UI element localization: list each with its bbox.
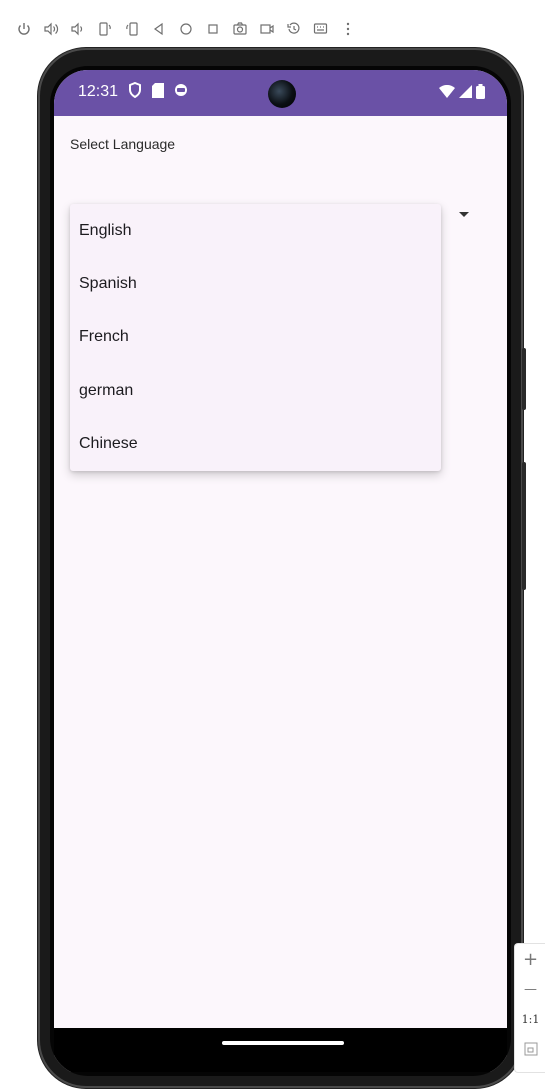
menu-item-german[interactable]: german bbox=[70, 364, 441, 417]
dropdown-arrow-icon[interactable] bbox=[459, 212, 469, 217]
rotate-right-icon[interactable] bbox=[118, 15, 145, 43]
device-screen: 12:31 Select Language English Spanish Fr… bbox=[54, 70, 507, 1072]
snapshot-icon[interactable] bbox=[280, 15, 307, 43]
status-bar: 12:31 bbox=[54, 70, 507, 116]
zoom-out-button[interactable]: — bbox=[515, 974, 545, 1004]
wifi-icon bbox=[439, 84, 455, 103]
volume-side-button[interactable] bbox=[522, 462, 526, 590]
volume-up-icon[interactable] bbox=[37, 15, 64, 43]
phone-frame: 12:31 Select Language English Spanish Fr… bbox=[38, 48, 526, 1088]
home-gesture-handle[interactable] bbox=[222, 1041, 344, 1045]
zoom-in-button[interactable]: + bbox=[515, 944, 545, 974]
status-notification-icons bbox=[128, 81, 188, 103]
keyboard-icon[interactable] bbox=[307, 15, 334, 43]
fit-screen-icon[interactable] bbox=[515, 1034, 545, 1064]
menu-item-spanish[interactable]: Spanish bbox=[70, 257, 441, 310]
select-language-label: Select Language bbox=[70, 136, 176, 152]
rotate-left-icon[interactable] bbox=[91, 15, 118, 43]
signal-icon bbox=[459, 85, 472, 103]
screen-record-icon[interactable] bbox=[253, 15, 280, 43]
battery-icon bbox=[476, 84, 485, 104]
status-time: 12:31 bbox=[78, 83, 119, 100]
status-system-icons bbox=[439, 84, 485, 104]
shield-icon bbox=[128, 81, 142, 103]
overview-icon[interactable] bbox=[199, 15, 226, 43]
zoom-panel: + — 1:1 bbox=[514, 943, 545, 1073]
back-icon[interactable] bbox=[145, 15, 172, 43]
menu-item-english[interactable]: English bbox=[70, 204, 441, 257]
sync-icon bbox=[174, 83, 188, 102]
power-icon[interactable] bbox=[10, 15, 37, 43]
menu-item-french[interactable]: French bbox=[70, 311, 441, 364]
home-icon[interactable] bbox=[172, 15, 199, 43]
more-icon[interactable] bbox=[334, 15, 361, 43]
actual-size-button[interactable]: 1:1 bbox=[515, 1004, 545, 1034]
menu-item-chinese[interactable]: Chinese bbox=[70, 418, 441, 471]
language-dropdown-menu: English Spanish French german Chinese bbox=[70, 204, 441, 471]
power-side-button[interactable] bbox=[522, 348, 526, 410]
front-camera bbox=[268, 80, 296, 108]
phone-bezel: 12:31 Select Language English Spanish Fr… bbox=[50, 66, 511, 1076]
volume-down-icon[interactable] bbox=[64, 15, 91, 43]
screenshot-icon[interactable] bbox=[226, 15, 253, 43]
navigation-bar bbox=[54, 1028, 507, 1072]
sd-card-icon bbox=[152, 82, 164, 103]
emulator-toolbar bbox=[10, 14, 361, 44]
